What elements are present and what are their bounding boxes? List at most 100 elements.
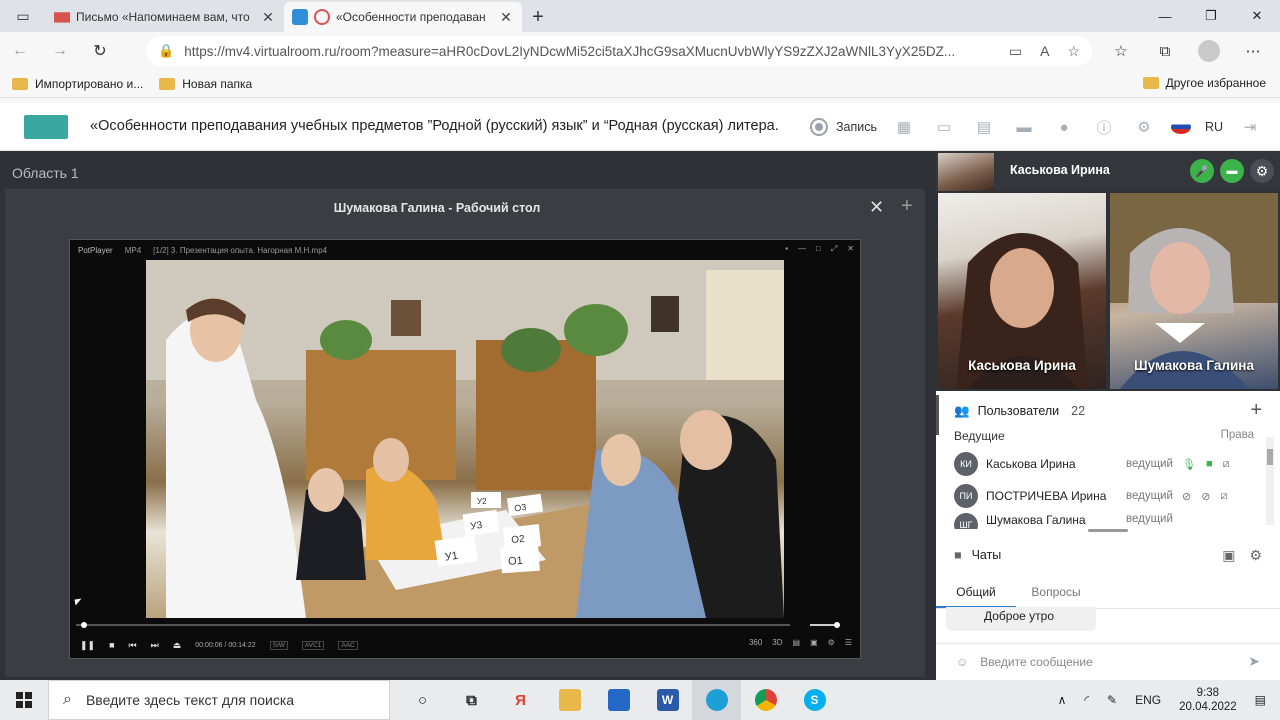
reload-icon[interactable]: ↻ xyxy=(80,32,120,70)
emoji-icon[interactable]: ☺ xyxy=(956,655,968,669)
video-tile[interactable]: Каськова Ирина xyxy=(938,193,1106,389)
add-favorite-icon[interactable]: ☆ xyxy=(1067,43,1080,60)
start-button[interactable] xyxy=(0,680,48,720)
store-icon[interactable] xyxy=(594,680,643,720)
3d-icon[interactable]: 3D xyxy=(772,638,782,647)
seek-knob[interactable] xyxy=(80,622,87,628)
clock[interactable]: 9:38 20.04.2022 xyxy=(1179,686,1237,714)
back-icon[interactable]: ← xyxy=(0,32,40,70)
tab-actions-icon[interactable]: ▭ xyxy=(0,0,46,32)
edge-icon[interactable] xyxy=(692,680,741,720)
settings-gear-icon[interactable]: ⚙ xyxy=(1250,159,1274,183)
new-chat-icon[interactable]: ▣ xyxy=(1222,547,1235,564)
favorites-icon[interactable]: ☆ xyxy=(1102,36,1140,66)
tab-questions[interactable]: Вопросы xyxy=(1016,579,1096,608)
exit-icon[interactable]: ⇥ xyxy=(1237,115,1263,139)
chat-input[interactable]: Введите сообщение xyxy=(980,655,1093,669)
bookmark-new-folder[interactable]: Новая папка xyxy=(159,77,252,91)
file-explorer-icon[interactable] xyxy=(545,680,594,720)
language-label[interactable]: RU xyxy=(1205,120,1223,134)
minimize-icon[interactable]: — xyxy=(1142,0,1188,32)
player-settings-icon[interactable]: ⚙ xyxy=(828,638,835,647)
task-view-icon[interactable]: ⧉ xyxy=(447,680,496,720)
url-text[interactable]: https://mv4.virtualroom.ru/room?measure=… xyxy=(184,44,999,59)
camera-icon[interactable]: ▭ xyxy=(1009,43,1022,60)
settings-gear-icon[interactable]: ⚙ xyxy=(1131,115,1157,139)
fullscreen-icon[interactable]: ⤢ xyxy=(831,244,837,254)
users-scrollbar[interactable] xyxy=(1266,437,1274,525)
bookmark-other[interactable]: Другое избранное xyxy=(1142,76,1266,90)
folder-icon[interactable]: ▬ xyxy=(1011,115,1037,139)
screen-share-icon[interactable]: ⧄ xyxy=(1220,490,1227,503)
read-aloud-icon[interactable]: A xyxy=(1040,43,1049,60)
screen-share-icon[interactable]: ▭ xyxy=(931,115,957,139)
chat-settings-icon[interactable]: ⚙ xyxy=(1249,547,1262,564)
pen-icon[interactable]: ✎ xyxy=(1107,693,1117,707)
volume-knob[interactable] xyxy=(833,622,840,628)
microphone-icon[interactable]: 🎤 xyxy=(1190,159,1214,183)
collections-icon[interactable]: ⧉ xyxy=(1146,36,1184,66)
more-icon[interactable]: ⋯ xyxy=(1234,36,1272,66)
browser-tab-mail[interactable]: Письмо «Напоминаем вам, что ✕ xyxy=(46,2,284,32)
info-icon[interactable]: ⓘ xyxy=(1091,115,1117,139)
forward-icon[interactable]: → xyxy=(40,32,80,70)
browser-tab-room[interactable]: «Особенности преподаван ✕ xyxy=(284,2,522,32)
send-icon[interactable]: ➤ xyxy=(1248,653,1260,670)
maximize-icon[interactable]: □ xyxy=(816,244,821,254)
panel-splitter[interactable] xyxy=(936,395,939,435)
menu-icon[interactable]: ☰ xyxy=(845,638,852,647)
video-tile[interactable]: Шумакова Галина xyxy=(1110,193,1278,389)
chevron-up-icon[interactable]: ∧ xyxy=(1058,693,1067,707)
camera-icon[interactable]: ▬ xyxy=(1220,159,1244,183)
word-icon[interactable]: W xyxy=(643,680,692,720)
tab-general[interactable]: Общий xyxy=(936,579,1016,608)
scroll-thumb[interactable] xyxy=(1267,449,1273,465)
pause-icon[interactable]: ❚❚ xyxy=(80,640,95,651)
add-user-icon[interactable]: + xyxy=(1250,399,1262,422)
close-icon[interactable]: ✕ xyxy=(847,244,854,254)
capture-icon[interactable]: ▣ xyxy=(810,638,818,647)
document-icon[interactable]: ▤ xyxy=(971,115,997,139)
microphone-icon[interactable]: 🎙 xyxy=(1182,458,1196,471)
new-tab-button[interactable]: + xyxy=(522,2,554,32)
close-window-icon[interactable]: ✕ xyxy=(1234,0,1280,32)
user-row[interactable]: ПИ ПОСТРИЧЕВА Ирина ведущий ⊘ ⊘ ⧄ xyxy=(954,483,1254,509)
input-language[interactable]: ENG xyxy=(1135,693,1161,707)
panel-resize-handle[interactable] xyxy=(1088,529,1128,532)
add-area-icon[interactable]: + xyxy=(901,195,913,218)
close-window-share-icon[interactable]: ✕ xyxy=(869,197,884,218)
stop-icon[interactable]: ■ xyxy=(109,640,114,650)
cortana-icon[interactable]: ○ xyxy=(398,680,447,720)
eject-icon[interactable]: ⏏ xyxy=(173,640,182,651)
screen-share-icon[interactable]: ⧄ xyxy=(1223,458,1230,471)
notifications-icon[interactable]: ▤ xyxy=(1255,693,1266,707)
user-row[interactable]: ШГ Шумакова Галина ведущий xyxy=(954,513,1254,529)
wifi-icon[interactable]: ◜ xyxy=(1084,693,1089,707)
close-icon[interactable]: ✕ xyxy=(260,9,276,26)
record-button[interactable]: Запись xyxy=(810,118,877,136)
camera-off-icon[interactable]: ⊘ xyxy=(1201,490,1210,503)
lock-icon[interactable]: 🔒 xyxy=(158,43,174,59)
bookmark-imported[interactable]: Импортировано и... xyxy=(12,77,143,91)
next-icon[interactable]: ⏭ xyxy=(151,640,159,651)
seek-bar[interactable] xyxy=(76,622,790,628)
profile-icon[interactable] xyxy=(1190,36,1228,66)
taskbar-search[interactable]: ⌕ Введите здесь текст для поиска xyxy=(48,680,390,720)
camera-icon[interactable]: ■ xyxy=(1206,458,1213,471)
close-icon[interactable]: ✕ xyxy=(498,9,514,26)
chrome-icon[interactable] xyxy=(741,680,790,720)
microphone-off-icon[interactable]: ⊘ xyxy=(1182,490,1191,503)
previous-icon[interactable]: ⏮ xyxy=(129,640,137,651)
russia-flag-icon[interactable] xyxy=(1171,120,1192,134)
yandex-icon[interactable]: Я xyxy=(496,680,545,720)
user-icon[interactable]: ● xyxy=(1051,115,1077,139)
layout-grid-icon[interactable]: ▦ xyxy=(891,115,917,139)
volume-slider[interactable] xyxy=(810,622,840,628)
url-field[interactable]: 🔒 https://mv4.virtualroom.ru/room?measur… xyxy=(146,36,1092,66)
skype-icon[interactable]: S xyxy=(790,680,839,720)
vr-icon[interactable]: 360 xyxy=(749,638,762,647)
restore-icon[interactable]: ❐ xyxy=(1188,0,1234,32)
minimize-icon[interactable]: — xyxy=(798,244,806,254)
pin-icon[interactable]: ▪ xyxy=(785,244,788,254)
user-row[interactable]: КИ Каськова Ирина ведущий 🎙 ■ ⧄ xyxy=(954,451,1254,477)
